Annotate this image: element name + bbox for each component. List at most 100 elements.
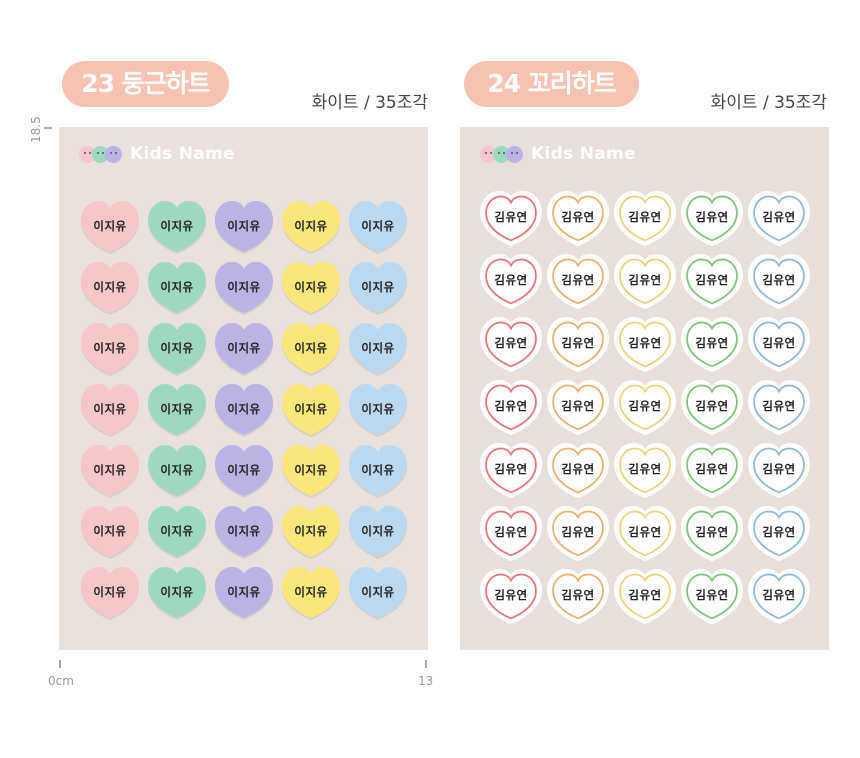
- heart-sticker: 김유연: [748, 317, 810, 373]
- heart-sticker: 이지유: [79, 443, 141, 499]
- heart-sticker: 이지유: [213, 504, 275, 560]
- heart-sticker: 이지유: [146, 321, 208, 377]
- sticker-name-label: 김유연: [695, 210, 729, 224]
- ruler-height-label: 18.5: [29, 116, 43, 143]
- sticker-name-label: 김유연: [494, 336, 528, 350]
- sticker-row: 김유연 김유연 김유연 김유연 김유연: [480, 191, 810, 247]
- sticker-name-label: 이지유: [160, 219, 194, 233]
- sticker-name-label: 이지유: [361, 280, 395, 294]
- sticker-grid: 김유연 김유연 김유연 김유연 김유연 김유연 김유연 김유연 김유연 김유연 김유연 김유연 김유연 김…: [480, 191, 810, 632]
- heart-sticker: 이지유: [146, 260, 208, 316]
- sticker-name-label: 김유연: [695, 399, 729, 413]
- heart-sticker: 이지유: [213, 382, 275, 438]
- sticker-name-label: 이지유: [93, 524, 127, 538]
- sticker-name-label: 김유연: [494, 210, 528, 224]
- sticker-name-label: 김유연: [494, 462, 528, 476]
- heart-sticker: 이지유: [79, 565, 141, 621]
- sticker-name-label: 김유연: [762, 462, 796, 476]
- sticker-row: 김유연 김유연 김유연 김유연 김유연: [480, 317, 810, 373]
- heart-sticker: 김유연: [614, 380, 676, 436]
- sticker-name-label: 이지유: [361, 402, 395, 416]
- heart-sticker: 이지유: [347, 260, 409, 316]
- ruler-start-tick: [59, 660, 61, 668]
- sticker-name-label: 이지유: [160, 585, 194, 599]
- sticker-name-label: 이지유: [294, 463, 328, 477]
- heart-sticker: 김유연: [480, 380, 542, 436]
- bear-face-icon: [506, 145, 523, 163]
- sticker-name-label: 김유연: [695, 588, 729, 602]
- sticker-name-label: 김유연: [494, 273, 528, 287]
- sticker-name-label: 김유연: [494, 399, 528, 413]
- sticker-name-label: 이지유: [227, 219, 261, 233]
- sticker-name-label: 이지유: [227, 524, 261, 538]
- heart-sticker: 김유연: [748, 569, 810, 625]
- sticker-name-label: 김유연: [628, 462, 662, 476]
- sticker-name-label: 김유연: [561, 210, 595, 224]
- sticker-name-label: 이지유: [93, 585, 127, 599]
- sticker-name-label: 이지유: [160, 524, 194, 538]
- heart-sticker: 김유연: [681, 191, 743, 247]
- sticker-sheet-round-heart: Kids Name 이지유 이지유 이지유 이지유 이지유 이지유 이지유 이지유 이지유 이지유…: [59, 127, 428, 650]
- sticker-name-label: 김유연: [628, 588, 662, 602]
- heart-sticker: 김유연: [614, 569, 676, 625]
- heart-sticker: 이지유: [146, 199, 208, 255]
- sticker-name-label: 이지유: [93, 402, 127, 416]
- heart-sticker: 김유연: [614, 317, 676, 373]
- heart-sticker: 김유연: [748, 254, 810, 310]
- sticker-name-label: 이지유: [227, 280, 261, 294]
- heart-sticker: 이지유: [79, 199, 141, 255]
- sticker-name-label: 이지유: [93, 463, 127, 477]
- sticker-name-label: 이지유: [294, 219, 328, 233]
- sticker-name-label: 김유연: [762, 273, 796, 287]
- heart-sticker: 이지유: [347, 504, 409, 560]
- sticker-name-label: 이지유: [294, 524, 328, 538]
- heart-sticker: 김유연: [681, 380, 743, 436]
- sticker-name-label: 이지유: [361, 585, 395, 599]
- heart-sticker: 이지유: [280, 199, 342, 255]
- sticker-name-label: 김유연: [494, 588, 528, 602]
- heart-sticker: 김유연: [547, 443, 609, 499]
- sticker-name-label: 이지유: [294, 341, 328, 355]
- heart-sticker: 이지유: [146, 565, 208, 621]
- sticker-name-label: 김유연: [628, 273, 662, 287]
- sticker-name-label: 이지유: [361, 219, 395, 233]
- sticker-name-label: 김유연: [762, 525, 796, 539]
- sticker-name-label: 김유연: [628, 210, 662, 224]
- sticker-name-label: 이지유: [361, 341, 395, 355]
- sticker-name-label: 김유연: [695, 462, 729, 476]
- heart-sticker: 이지유: [347, 565, 409, 621]
- heart-sticker: 김유연: [681, 506, 743, 562]
- sticker-name-label: 이지유: [294, 585, 328, 599]
- sticker-row: 이지유 이지유 이지유 이지유 이지유: [79, 199, 409, 255]
- heart-sticker: 김유연: [681, 443, 743, 499]
- sticker-name-label: 김유연: [695, 336, 729, 350]
- heart-sticker: 이지유: [280, 321, 342, 377]
- ruler-end-label: 13: [418, 674, 434, 688]
- sticker-name-label: 김유연: [762, 336, 796, 350]
- sticker-name-label: 이지유: [160, 280, 194, 294]
- sticker-row: 김유연 김유연 김유연 김유연 김유연: [480, 254, 810, 310]
- sticker-name-label: 김유연: [561, 588, 595, 602]
- heart-sticker: 이지유: [79, 260, 141, 316]
- sticker-sheet-tail-heart: Kids Name 김유연 김유연 김유연 김유연 김유연 김유연 김유연 김유연 김유연 김유연…: [460, 127, 829, 650]
- product-title-23: 23 둥근하트: [62, 61, 229, 107]
- heart-sticker: 김유연: [547, 191, 609, 247]
- sticker-row: 김유연 김유연 김유연 김유연 김유연: [480, 443, 810, 499]
- heart-sticker: 김유연: [547, 254, 609, 310]
- bear-face-icon: [105, 145, 122, 163]
- sticker-row: 김유연 김유연 김유연 김유연 김유연: [480, 380, 810, 436]
- sticker-name-label: 이지유: [227, 463, 261, 477]
- heart-sticker: 이지유: [79, 382, 141, 438]
- heart-sticker: 이지유: [347, 199, 409, 255]
- brand-logo: Kids Name: [480, 142, 636, 166]
- brand-name: Kids Name: [130, 144, 235, 164]
- heart-sticker: 김유연: [748, 191, 810, 247]
- sticker-name-label: 이지유: [294, 402, 328, 416]
- sticker-name-label: 이지유: [93, 280, 127, 294]
- sticker-row: 이지유 이지유 이지유 이지유 이지유: [79, 321, 409, 377]
- sticker-row: 이지유 이지유 이지유 이지유 이지유: [79, 382, 409, 438]
- sticker-name-label: 김유연: [561, 399, 595, 413]
- sticker-grid: 이지유 이지유 이지유 이지유 이지유 이지유 이지유 이지유 이지유 이지유 이지유 이지유 이지유 이…: [79, 199, 409, 626]
- ruler-height-tick: [44, 127, 52, 129]
- heart-sticker: 이지유: [280, 565, 342, 621]
